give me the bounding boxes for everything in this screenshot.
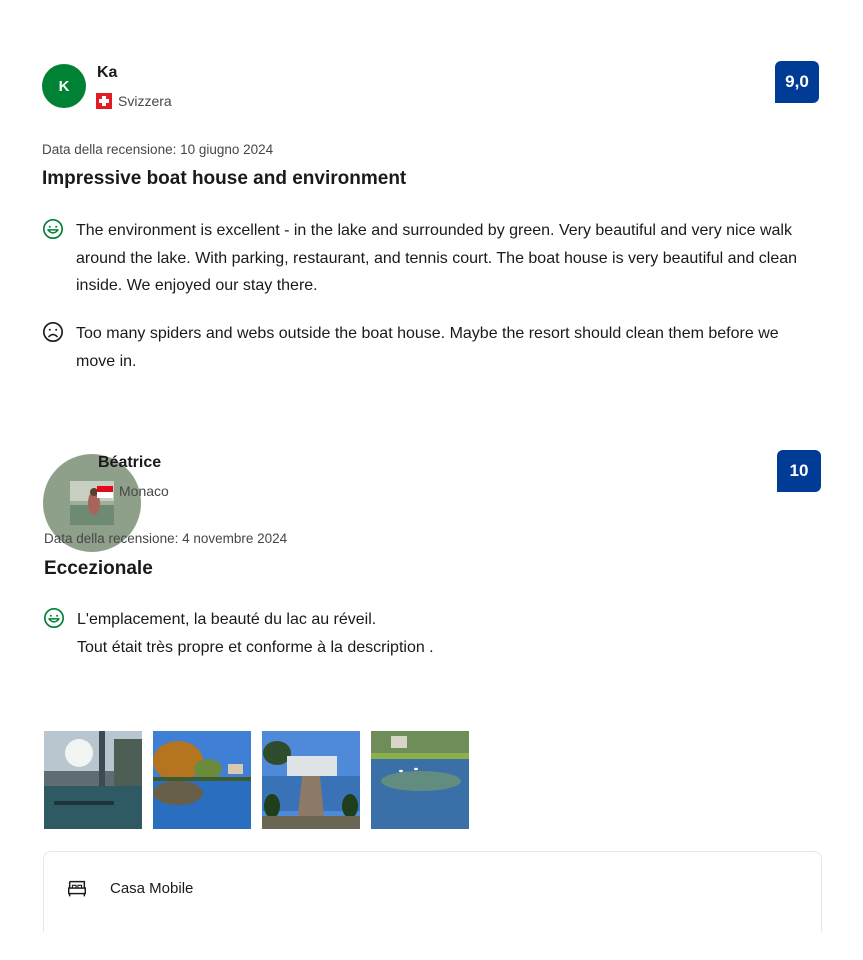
sad-face-icon: [43, 322, 63, 342]
review-title: Eccezionale: [44, 558, 153, 579]
review-photo-thumbnail[interactable]: [371, 731, 469, 829]
negative-comment: Too many spiders and webs outside the bo…: [42, 320, 812, 375]
positive-comment-line: L'emplacement, la beauté du lac au révei…: [77, 611, 377, 628]
positive-comment-text: The environment is excellent - in the la…: [76, 222, 798, 294]
room-type-label: Casa Mobile: [110, 880, 194, 897]
smile-icon: [43, 219, 63, 239]
monaco-flag-icon: [97, 486, 113, 498]
positive-comment: L'emplacement, la beauté du lac au révei…: [43, 606, 813, 661]
review-date: Data della recensione: 10 giugno 2024: [42, 142, 274, 157]
positive-comment-text: L'emplacement, la beauté du lac au révei…: [77, 606, 434, 661]
review-photo-thumbnail[interactable]: [153, 731, 251, 829]
negative-comment-text: Too many spiders and webs outside the bo…: [76, 325, 779, 370]
positive-comment-line: Tout était très propre et conforme à la …: [77, 638, 434, 656]
review-title: Impressive boat house and environment: [42, 168, 407, 189]
reviewer-name: Béatrice: [98, 454, 162, 471]
room-type-card: Casa Mobile: [43, 851, 822, 932]
review-photos: [44, 731, 469, 829]
review-photo-thumbnail[interactable]: [44, 731, 142, 829]
reviewer-country: Monaco: [97, 483, 169, 499]
review-date: Data della recensione: 4 novembre 2024: [44, 531, 288, 546]
positive-comment: The environment is excellent - in the la…: [42, 217, 812, 300]
country-label: Monaco: [119, 483, 169, 499]
review-photo-thumbnail[interactable]: [262, 731, 360, 829]
bed-icon: [68, 880, 86, 897]
smile-icon: [44, 608, 64, 628]
review-card: Béatrice Monaco 10 Data della recensione…: [0, 0, 863, 829]
review-score-badge: 10: [777, 450, 821, 492]
